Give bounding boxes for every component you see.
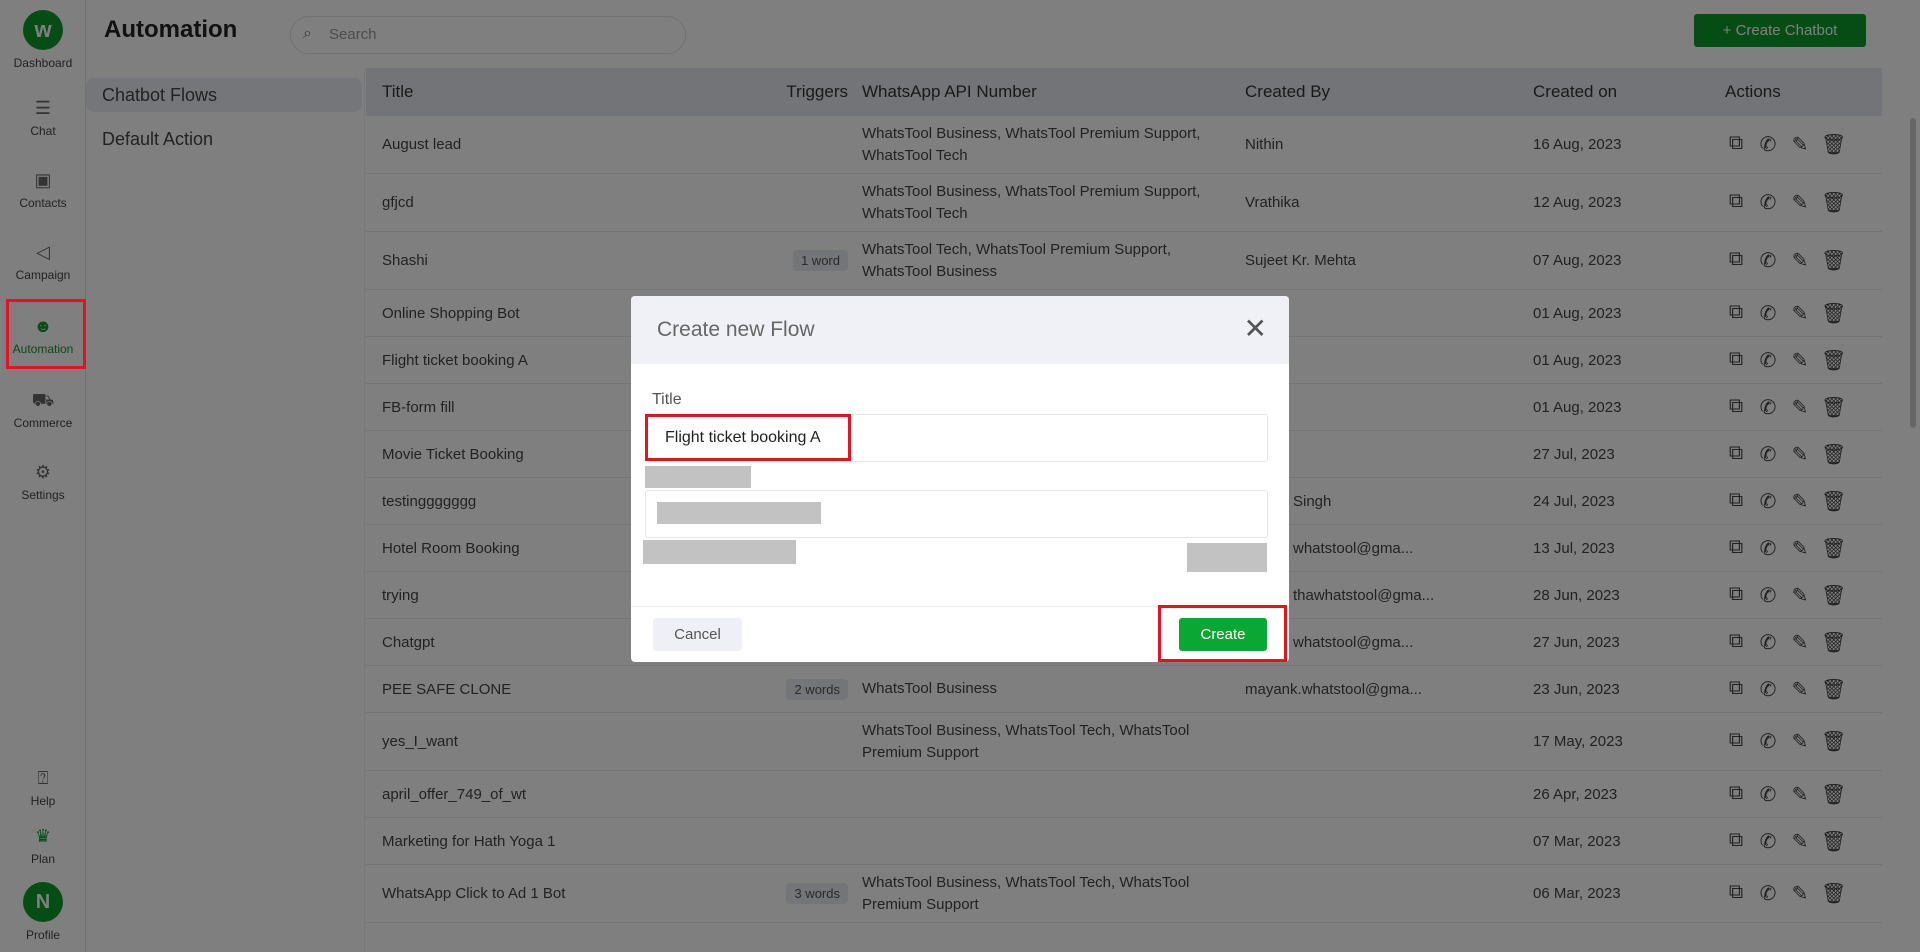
highlight-title-input xyxy=(645,414,851,461)
modal-title: Create new Flow xyxy=(631,296,1289,364)
close-icon[interactable]: ✕ xyxy=(1244,312,1267,345)
highlight-create-button xyxy=(1158,605,1287,662)
highlight-automation xyxy=(6,299,86,369)
title-label: Title xyxy=(652,391,682,408)
redacted-block xyxy=(657,502,821,524)
cancel-button[interactable]: Cancel xyxy=(653,618,742,651)
redacted-block xyxy=(643,540,796,564)
redacted-block xyxy=(645,466,751,488)
redacted-block xyxy=(1187,543,1267,572)
